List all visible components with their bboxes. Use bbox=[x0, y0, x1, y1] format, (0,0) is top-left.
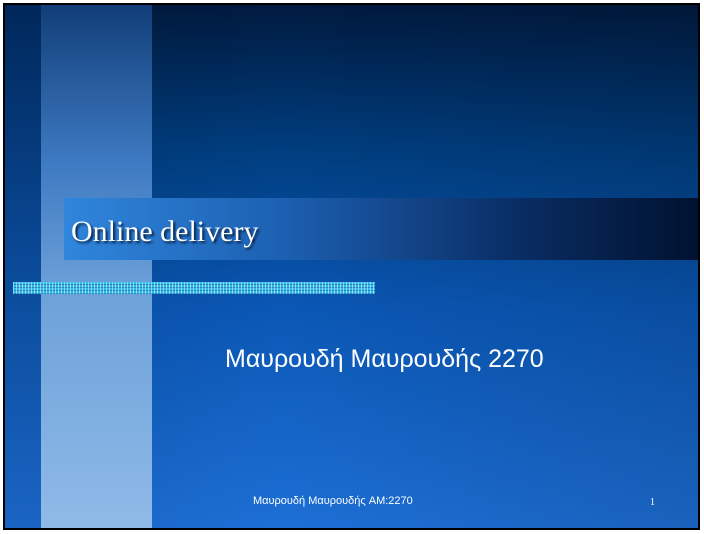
left-dark-bar bbox=[5, 5, 41, 528]
slide-title: Online delivery bbox=[71, 215, 259, 248]
slide-footer: Μαυρουδή Μαυρουδής AM:2270 bbox=[253, 495, 413, 507]
slide: Online delivery Μαυρουδή Μαυρουδής 2270 … bbox=[3, 3, 700, 530]
left-light-bar bbox=[41, 5, 152, 528]
slide-subtitle: Μαυρουδή Μαυρουδής 2270 bbox=[225, 345, 544, 373]
accent-dotted-line bbox=[13, 282, 375, 294]
page-number: 1 bbox=[650, 497, 655, 508]
